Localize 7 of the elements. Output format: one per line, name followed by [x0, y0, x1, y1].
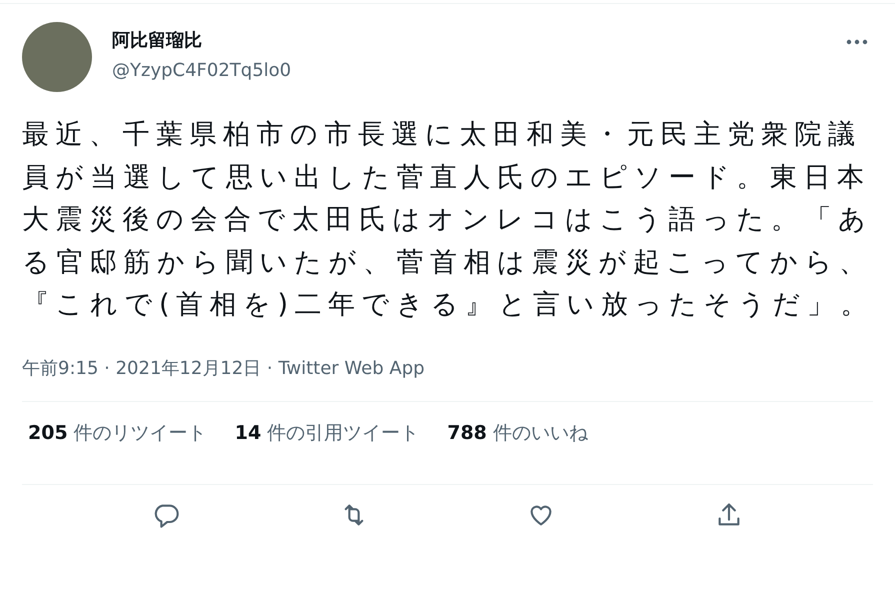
tweet-text: 最近、千葉県柏市の市長選に太田和美・元民主党衆院議員が当選して思い出した菅直人氏のエピソード。東日本大震災後の会合で太田氏はオンレコはこう語った。「ある官邸筋から聞いたが、菅首相は震災が起こってから、『これで(首相を)二年できる』と言い放ったそうだ」。: [22, 118, 876, 322]
author-handle[interactable]: @YzypC4F02Tq5lo0: [112, 58, 845, 84]
stat-link[interactable]: 14 件の引用ツイート: [234, 420, 420, 446]
stat-link[interactable]: 205 件のリツイート: [28, 420, 207, 446]
stat-link[interactable]: 788 件のいいね: [447, 420, 588, 446]
tweet-timestamp: 午前9:15 · 2021年12月12日 · Twitter Web App: [22, 356, 426, 381]
author-name[interactable]: 阿比留瑠比: [112, 28, 845, 54]
